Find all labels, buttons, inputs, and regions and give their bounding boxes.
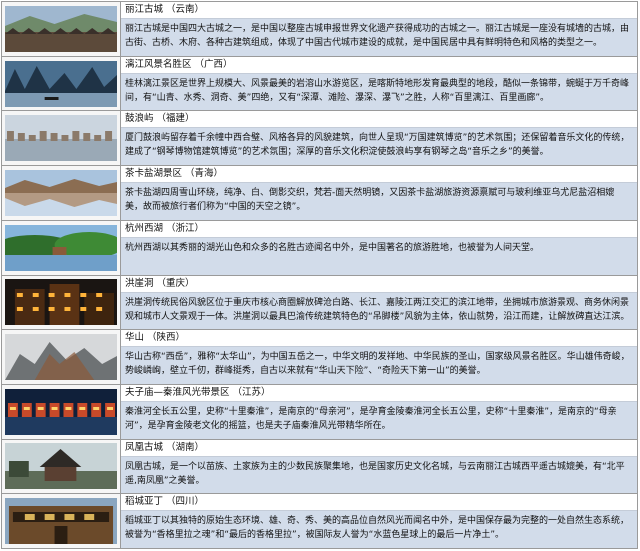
spot-thumbnail-cell bbox=[2, 2, 121, 56]
spot-region: （江苏） bbox=[232, 386, 271, 398]
spot-description: 厦门鼓浪屿留存着千余幢中西合璧、风格各异的风貌建筑，向世人呈现“万国建筑博览”的… bbox=[121, 128, 637, 166]
spot-name: 洪崖洞 bbox=[125, 277, 154, 289]
scenic-spots-table: 丽江古城 （云南） 丽江古城是中国四大古城之一，是中国以整座古城申报世界文化遗产获得… bbox=[1, 1, 638, 549]
spot-description: 稻城亚丁以其独特的原始生态环境、雄、奇、秀、美的高品位自然风光而闻名中外，是中国… bbox=[121, 511, 637, 549]
spot-region: （广西） bbox=[194, 58, 233, 70]
spot-photo bbox=[5, 115, 117, 162]
spot-row: 华山 （陕西） 华山古称“西岳”，雅称“太华山”，为中国五岳之一，中华文明的发祥地、… bbox=[2, 330, 637, 385]
spot-row: 稻城亚丁 （四川） 稻城亚丁以其独特的原始生态环境、雄、奇、秀、美的高品位自然风光而… bbox=[2, 494, 637, 549]
spot-photo bbox=[5, 279, 117, 326]
spot-thumbnail-cell bbox=[2, 439, 121, 494]
spot-description: 茶卡盐湖四周雪山环绕，纯净、白、倒影交织，梵若-面天然明镜，又因茶卡盐湖旅游资源… bbox=[121, 183, 637, 220]
spot-title: 夫子庙—秦淮风光带景区 （江苏） bbox=[121, 384, 637, 402]
spot-name: 华山 bbox=[125, 332, 145, 344]
spot-info: 凤凰古城 （湖南） 凤凰古城，是一个以苗族、土家族为主的少数民族聚集地，也是国家历史… bbox=[121, 439, 637, 494]
spot-row: 杭州西湖 （浙江） 杭州西湖以其秀丽的湖光山色和众多的名胜古迹闻名中外，是中国著名的… bbox=[2, 220, 637, 276]
spot-row: 夫子庙—秦淮风光带景区 （江苏） 秦淮河全长五公里，史称“十里秦淮”，是南京的“母亲… bbox=[2, 384, 637, 440]
spot-info: 鼓浪屿 （福建） 厦门鼓浪屿留存着千余幢中西合璧、风格各异的风貌建筑，向世人呈现“万… bbox=[121, 111, 637, 166]
spot-description: 秦淮河全长五公里，史称“十里秦淮”，是南京的“母亲河”，是孕育金陵秦淮河全长五公… bbox=[121, 401, 637, 439]
spot-name: 鼓浪屿 bbox=[125, 113, 154, 125]
spot-title: 洪崖洞 （重庆） bbox=[121, 275, 637, 293]
spot-name: 杭州西湖 bbox=[125, 222, 164, 234]
spot-info: 夫子庙—秦淮风光带景区 （江苏） 秦淮河全长五公里，史称“十里秦淮”，是南京的“母亲… bbox=[121, 384, 637, 439]
spot-title: 杭州西湖 （浙江） bbox=[121, 220, 637, 238]
spot-thumbnail-cell bbox=[2, 56, 121, 111]
spot-row: 茶卡盐湖景区 （青海） 茶卡盐湖四周雪山环绕，纯净、白、倒影交织，梵若-面天然明镜，… bbox=[2, 166, 637, 221]
spot-title: 华山 （陕西） bbox=[121, 330, 637, 348]
spot-photo bbox=[5, 60, 117, 107]
spot-thumbnail-cell bbox=[2, 111, 121, 166]
spot-thumbnail-cell bbox=[2, 220, 121, 275]
spot-thumbnail-cell bbox=[2, 275, 121, 330]
spot-info: 稻城亚丁 （四川） 稻城亚丁以其独特的原始生态环境、雄、奇、秀、美的高品位自然风光而… bbox=[121, 494, 637, 549]
spot-row: 漓江风景名胜区 （广西） 桂林漓江景区是世界上规模大、风景最美的岩溶山水游览区，是喀… bbox=[2, 56, 637, 112]
spot-title: 凤凰古城 （湖南） bbox=[121, 439, 637, 457]
spot-region: （陕西） bbox=[147, 332, 186, 344]
spot-info: 丽江古城 （云南） 丽江古城是中国四大古城之一，是中国以整座古城申报世界文化遗产获得… bbox=[121, 2, 637, 56]
spot-region: （四川） bbox=[166, 496, 205, 508]
spot-photo bbox=[5, 334, 117, 381]
spot-description: 洪崖洞传统民俗风貌区位于重庆市核心商圈解放碑沧白路、长江、嘉陵江两江交汇的滨江地… bbox=[121, 292, 637, 330]
spot-description: 杭州西湖以其秀丽的湖光山色和众多的名胜古迹闻名中外，是中国著名的旅游胜地，也被誉… bbox=[121, 237, 637, 275]
spot-row: 丽江古城 （云南） 丽江古城是中国四大古城之一，是中国以整座古城申报世界文化遗产获得… bbox=[2, 2, 637, 57]
spot-title: 丽江古城 （云南） bbox=[121, 2, 637, 19]
spot-region: （浙江） bbox=[166, 222, 205, 234]
spot-info: 茶卡盐湖景区 （青海） 茶卡盐湖四周雪山环绕，纯净、白、倒影交织，梵若-面天然明镜，… bbox=[121, 166, 637, 220]
spot-name: 漓江风景名胜区 bbox=[125, 58, 192, 70]
spot-title: 茶卡盐湖景区 （青海） bbox=[121, 166, 637, 184]
spot-name: 夫子庙—秦淮风光带景区 bbox=[125, 386, 230, 398]
spot-region: （湖南） bbox=[166, 441, 205, 453]
spot-thumbnail-cell bbox=[2, 330, 121, 384]
spot-photo bbox=[5, 498, 117, 545]
spot-title: 漓江风景名胜区 （广西） bbox=[121, 56, 637, 74]
spot-thumbnail-cell bbox=[2, 494, 121, 549]
spot-row: 洪崖洞 （重庆） 洪崖洞传统民俗风貌区位于重庆市核心商圈解放碑沧白路、长江、嘉陵江两… bbox=[2, 275, 637, 331]
spot-description: 桂林漓江景区是世界上规模大、风景最美的岩溶山水游览区，是喀斯特地形发育最典型的地… bbox=[121, 73, 637, 111]
spot-region: （福建） bbox=[156, 113, 195, 125]
spot-description: 凤凰古城，是一个以苗族、土家族为主的少数民族聚集地，也是国家历史文化名城，与云南… bbox=[121, 456, 637, 494]
spot-title: 稻城亚丁 （四川） bbox=[121, 494, 637, 512]
spot-title: 鼓浪屿 （福建） bbox=[121, 111, 637, 129]
spot-row: 鼓浪屿 （福建） 厦门鼓浪屿留存着千余幢中西合璧、风格各异的风貌建筑，向世人呈现“万… bbox=[2, 111, 637, 167]
spot-row: 凤凰古城 （湖南） 凤凰古城，是一个以苗族、土家族为主的少数民族聚集地，也是国家历史… bbox=[2, 439, 637, 495]
spot-info: 杭州西湖 （浙江） 杭州西湖以其秀丽的湖光山色和众多的名胜古迹闻名中外，是中国著名的… bbox=[121, 220, 637, 275]
spot-photo bbox=[5, 224, 117, 271]
spot-description: 华山古称“西岳”，雅称“太华山”，为中国五岳之一，中华文明的发祥地、中华民族的圣… bbox=[121, 347, 637, 384]
spot-thumbnail-cell bbox=[2, 384, 121, 439]
spot-region: （青海） bbox=[185, 168, 224, 180]
spot-name: 凤凰古城 bbox=[125, 441, 164, 453]
spot-photo bbox=[5, 388, 117, 435]
spot-info: 华山 （陕西） 华山古称“西岳”，雅称“太华山”，为中国五岳之一，中华文明的发祥地、… bbox=[121, 330, 637, 384]
spot-region: （重庆） bbox=[156, 277, 195, 289]
spot-thumbnail-cell bbox=[2, 166, 121, 220]
spot-photo bbox=[5, 443, 117, 490]
spot-region: （云南） bbox=[166, 4, 205, 15]
spot-info: 洪崖洞 （重庆） 洪崖洞传统民俗风貌区位于重庆市核心商圈解放碑沧白路、长江、嘉陵江两… bbox=[121, 275, 637, 330]
spot-photo bbox=[5, 5, 117, 52]
spot-description: 丽江古城是中国四大古城之一，是中国以整座古城申报世界文化遗产获得成功的古城之一。… bbox=[121, 19, 637, 56]
spot-name: 丽江古城 bbox=[125, 4, 164, 15]
spot-name: 茶卡盐湖景区 bbox=[125, 168, 183, 180]
spot-photo bbox=[5, 169, 117, 216]
spot-name: 稻城亚丁 bbox=[125, 496, 164, 508]
spot-info: 漓江风景名胜区 （广西） 桂林漓江景区是世界上规模大、风景最美的岩溶山水游览区，是喀… bbox=[121, 56, 637, 111]
